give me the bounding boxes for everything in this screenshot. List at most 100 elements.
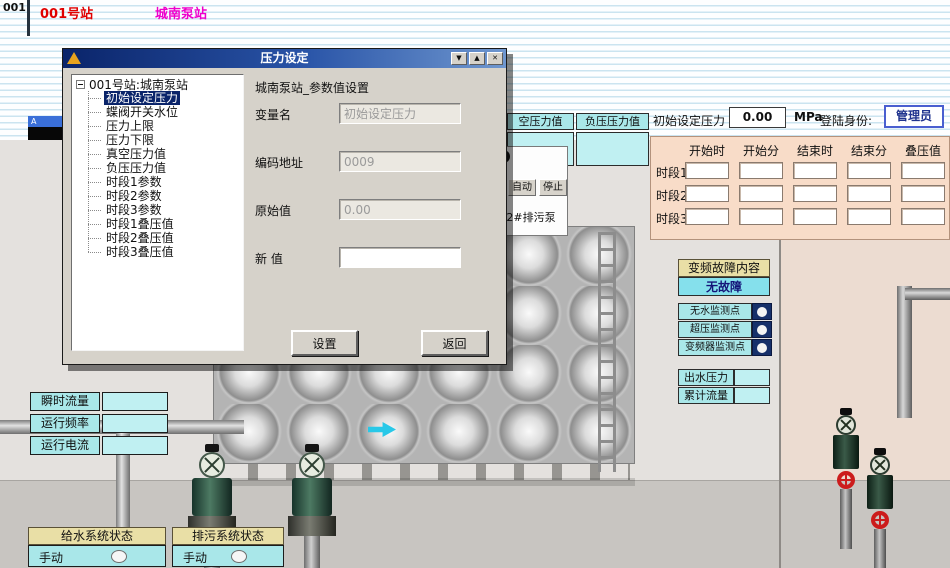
tree-item-valve-level[interactable]: 蝶阀开关水位 <box>84 105 243 119</box>
tree-item-period3-param[interactable]: 时段3参数 <box>84 203 243 217</box>
divider-bar <box>27 0 30 36</box>
variable-name-input <box>339 103 461 124</box>
indicator-light <box>752 303 772 320</box>
initial-pressure-label: 初始设定压力 <box>653 112 725 129</box>
tree-item-vacuum-pressure[interactable]: 真空压力值 <box>84 147 243 161</box>
monitor-row: 超压监测点 <box>678 321 772 338</box>
dialog-title: 压力设定 <box>63 49 506 68</box>
set-button[interactable]: 设置 <box>291 330 358 356</box>
tree-root-node[interactable]: 001号站:城南泵站 <box>72 75 243 91</box>
back-button[interactable]: 返回 <box>421 330 488 356</box>
outlet-pressure-value <box>734 369 770 386</box>
total-flow-value <box>734 387 770 404</box>
original-value-input <box>339 199 461 220</box>
new-value-input[interactable] <box>339 247 461 268</box>
run-frequency-value <box>102 414 168 433</box>
schedule-cell <box>901 162 945 179</box>
run-current-value <box>102 436 168 455</box>
initial-pressure-value: 0.00 <box>729 107 786 128</box>
row-label: 时段1 <box>656 164 688 181</box>
pump-fan-cover-icon <box>836 415 856 435</box>
schedule-cell <box>901 208 945 225</box>
pump-base <box>288 516 336 536</box>
pressure-unit-label: MPa <box>794 110 823 124</box>
outlet-pressure-label: 出水压力 <box>678 369 734 386</box>
row-label: 时段3 <box>656 210 688 227</box>
run-frequency-label: 运行频率 <box>30 414 100 433</box>
fault-status-value: 无故障 <box>678 277 770 296</box>
column-header: 开始时 <box>685 142 729 159</box>
monitor-row: 变频器监测点 <box>678 339 772 356</box>
app-icon <box>67 52 81 64</box>
parameter-panel-title: 城南泵站_参数值设置 <box>255 79 369 96</box>
pump-stand-pipe <box>874 529 886 568</box>
schedule-cell <box>793 185 837 202</box>
right-pipe-vertical <box>897 286 912 418</box>
pump-stand-pipe <box>840 489 852 549</box>
column-header: 结束时 <box>793 142 837 159</box>
schedule-row <box>685 162 945 179</box>
tree-item-pressure-upper[interactable]: 压力上限 <box>84 119 243 133</box>
schedule-row <box>685 208 945 225</box>
schedule-cell <box>685 208 729 225</box>
pump-cap <box>305 444 319 452</box>
schedule-row <box>685 185 945 202</box>
schedule-cell <box>739 185 783 202</box>
corner-label: 001 <box>3 1 26 14</box>
station-name-label: 城南泵站 <box>155 3 207 22</box>
run-current-label: 运行电流 <box>30 436 100 455</box>
metric-row: 运行电流 <box>30 436 168 455</box>
negative-pressure-display <box>576 132 649 166</box>
column-header: 开始分 <box>739 142 783 159</box>
overpressure-monitor-label: 超压监测点 <box>678 321 752 338</box>
pump-fan-cover-icon <box>199 452 225 478</box>
parameter-tree[interactable]: 001号站:城南泵站 初始设定压力 蝶阀开关水位 压力上限 压力下限 真空压力值… <box>71 74 244 351</box>
instant-flow-value <box>102 392 168 411</box>
tree-item-period3-stack[interactable]: 时段3叠压值 <box>84 245 243 259</box>
lamp-icon <box>757 325 767 335</box>
tank-ladder <box>598 232 616 472</box>
schedule-cell <box>739 208 783 225</box>
inverter-monitor-label: 变频器监测点 <box>678 339 752 356</box>
maximize-icon[interactable]: ▲ <box>469 52 485 65</box>
variable-name-label: 变量名 <box>255 106 335 123</box>
close-icon[interactable]: ✕ <box>487 52 503 65</box>
tree-item-negative-pressure[interactable]: 负压压力值 <box>84 161 243 175</box>
pump-motor-body <box>292 478 332 516</box>
tree-item-list: 初始设定压力 蝶阀开关水位 压力上限 压力下限 真空压力值 负压压力值 时段1参… <box>84 91 243 259</box>
login-identity-label: 登陆身份: <box>820 112 872 129</box>
dialog-titlebar[interactable]: 压力设定 ▼ ▲ ✕ <box>63 49 506 68</box>
tree-item-pressure-lower[interactable]: 压力下限 <box>84 133 243 147</box>
drain-mode-label: 手动 <box>183 549 207 566</box>
code-address-label: 编码地址 <box>255 154 335 171</box>
tree-item-initial-pressure[interactable]: 初始设定压力 <box>84 91 243 105</box>
indicator-light <box>752 339 772 356</box>
water-tank-shadow <box>213 478 635 486</box>
tree-item-period2-stack[interactable]: 时段2叠压值 <box>84 231 243 245</box>
output-row: 累计流量 <box>678 387 770 404</box>
tree-item-period2-param[interactable]: 时段2参数 <box>84 189 243 203</box>
stop-button[interactable]: 停止 <box>539 179 567 196</box>
login-identity-value: 管理员 <box>884 105 944 128</box>
schedule-cell <box>685 185 729 202</box>
supply-system-status-header: 给水系统状态 <box>28 527 166 545</box>
supply-pump-2 <box>288 444 336 568</box>
pump-fan-cover-icon <box>299 452 325 478</box>
tree-collapse-icon[interactable] <box>76 80 85 89</box>
drain-mode-lamp-icon <box>231 550 247 563</box>
drain-system-status-header: 排污系统状态 <box>172 527 284 545</box>
auto-button[interactable]: 自动 <box>508 179 536 196</box>
schedule-cell <box>685 162 729 179</box>
vacuum-pressure-label: 空压力值 <box>507 113 574 130</box>
valve-handwheel-icon <box>837 471 855 489</box>
tree-item-period1-stack[interactable]: 时段1叠压值 <box>84 217 243 231</box>
new-value-label: 新 值 <box>255 250 335 267</box>
room-partition-line <box>779 238 781 568</box>
partial-covered-button[interactable]: A <box>28 116 63 127</box>
pump-cap <box>840 408 852 415</box>
minimize-icon[interactable]: ▼ <box>451 52 467 65</box>
station-id-label: 001号站 <box>40 3 93 22</box>
pump-stand-pipe <box>304 536 320 568</box>
tree-item-period1-param[interactable]: 时段1参数 <box>84 175 243 189</box>
pressure-setting-dialog: 压力设定 ▼ ▲ ✕ 001号站:城南泵站 初始设定压力 蝶阀开关水位 压力上限… <box>62 48 507 365</box>
